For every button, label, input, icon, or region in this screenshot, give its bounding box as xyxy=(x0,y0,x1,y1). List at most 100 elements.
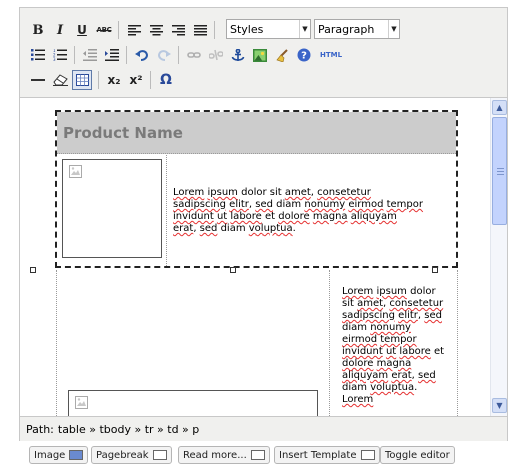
undo-button[interactable] xyxy=(132,45,152,65)
indent-button[interactable] xyxy=(102,45,122,65)
wysiwyg-editor: B I U ABC Styles ▼ Paragraph ▼ 1 2 3 ? H… xyxy=(19,7,508,441)
insert-template-button[interactable]: Insert Template xyxy=(274,446,380,464)
image-icon xyxy=(69,450,84,460)
svg-text:3: 3 xyxy=(53,57,56,61)
read-more-button[interactable]: Read more... xyxy=(178,446,270,464)
help-button[interactable]: ? xyxy=(294,45,314,65)
image-placeholder[interactable] xyxy=(68,390,318,416)
align-right-button[interactable] xyxy=(168,20,188,40)
svg-text:?: ? xyxy=(301,51,307,62)
first-paragraph: Lorem ipsum dolor sit amet, consetetur s… xyxy=(173,187,423,234)
misspelled-word: sed xyxy=(424,310,442,321)
strikethrough-button[interactable]: ABC xyxy=(94,20,114,40)
superscript-button[interactable]: x² xyxy=(126,70,146,90)
toolbar-divider xyxy=(98,71,99,89)
misspelled-word: dolore xyxy=(278,211,310,222)
broom-icon xyxy=(276,48,288,62)
misspelled-word: eirmod xyxy=(348,199,384,210)
insert-image-button[interactable] xyxy=(250,45,270,65)
misspelled-word: sadipscing xyxy=(342,310,395,321)
outdent-button[interactable] xyxy=(80,45,100,65)
numbered-list-button[interactable]: 123 xyxy=(50,45,70,65)
numbered-list-icon: 123 xyxy=(53,49,67,61)
horizontal-rule-button[interactable] xyxy=(28,70,48,90)
image-cell[interactable] xyxy=(57,155,167,266)
toolbar-divider xyxy=(150,71,151,89)
italic-button[interactable]: I xyxy=(50,20,70,40)
toggle-editor-button[interactable]: Toggle editor xyxy=(380,446,455,464)
indent-icon xyxy=(105,49,119,61)
read-more-icon xyxy=(250,450,265,460)
path-value[interactable]: table » tbody » tr » td » p xyxy=(58,423,199,436)
read-more-button-label: Read more... xyxy=(183,449,247,461)
vertical-scrollbar[interactable]: ▲ ▼ xyxy=(490,98,507,416)
resize-handle[interactable] xyxy=(30,267,36,273)
misspelled-word: consetetur xyxy=(317,187,371,198)
help-icon: ? xyxy=(297,48,311,62)
toolbar-divider xyxy=(74,46,75,64)
format-select[interactable]: Paragraph ▼ xyxy=(314,19,400,39)
html-source-button[interactable]: HTML xyxy=(316,45,346,65)
path-label: Path: xyxy=(26,422,54,436)
side-description[interactable]: Lorem ipsum dolor sit amet, consetetur s… xyxy=(342,286,447,406)
scroll-up-button[interactable]: ▲ xyxy=(492,100,507,115)
cleanup-button[interactable] xyxy=(272,45,292,65)
misspelled-word: sed xyxy=(418,370,436,381)
misspelled-word: dolore xyxy=(342,358,374,369)
styles-select-value: Styles xyxy=(230,22,264,36)
misspelled-word: labore xyxy=(399,346,431,357)
misspelled-word: aliquyam xyxy=(350,211,397,222)
underline-button[interactable]: U xyxy=(72,20,92,40)
misspelled-word: nonumy xyxy=(304,199,346,210)
bullet-list-button[interactable] xyxy=(28,45,48,65)
misspelled-word: ut xyxy=(216,211,228,222)
remove-format-button[interactable] xyxy=(50,70,70,90)
pagebreak-icon xyxy=(152,450,167,460)
text-run: et xyxy=(261,211,279,222)
misspelled-word: consetetur xyxy=(389,298,444,309)
format-select-value: Paragraph xyxy=(318,22,375,36)
text-run: diam xyxy=(217,223,249,234)
anchor-button[interactable] xyxy=(228,45,248,65)
second-table[interactable]: Lorem ipsum dolor sit amet, consetetur s… xyxy=(56,270,458,416)
styles-select[interactable]: Styles ▼ xyxy=(226,19,311,39)
text-run: diam xyxy=(273,199,305,210)
insert-link-button[interactable] xyxy=(184,45,204,65)
image-button[interactable]: Image xyxy=(29,446,89,464)
product-table[interactable]: Product Name Lorem ipsum dolor sit amet,… xyxy=(55,110,458,268)
chevron-down-icon: ▼ xyxy=(388,20,399,38)
scroll-down-button[interactable]: ▼ xyxy=(492,398,507,413)
justify-button[interactable] xyxy=(190,20,210,40)
redo-button[interactable] xyxy=(154,45,174,65)
product-description[interactable]: Lorem ipsum dolor sit amet, consetetur s… xyxy=(173,187,423,235)
text-run: dolor sit xyxy=(237,187,285,198)
misspelled-word: invidunt xyxy=(173,211,214,222)
text-run: et xyxy=(430,346,445,357)
misspelled-word: erat xyxy=(173,223,194,234)
misspelled-word: Lorem xyxy=(342,286,374,297)
unlink-button[interactable] xyxy=(206,45,226,65)
template-icon xyxy=(360,450,375,460)
align-center-icon xyxy=(149,24,163,35)
second-paragraph: Lorem ipsum dolor sit amet, consetetur s… xyxy=(342,286,444,405)
product-name-cell[interactable]: Product Name xyxy=(57,112,456,154)
table-grid-icon xyxy=(75,74,89,86)
chevron-down-icon: ▼ xyxy=(496,401,503,410)
scroll-thumb[interactable] xyxy=(492,117,507,225)
special-character-button[interactable]: Ω xyxy=(156,70,176,90)
editor-content-area[interactable]: Product Name Lorem ipsum dolor sit amet,… xyxy=(20,97,507,417)
bullet-list-icon xyxy=(31,49,45,61)
grip-line xyxy=(497,171,504,172)
misspelled-word: sed xyxy=(255,199,273,210)
bold-button[interactable]: B xyxy=(28,20,48,40)
chevron-up-icon: ▲ xyxy=(496,103,503,112)
align-center-button[interactable] xyxy=(146,20,166,40)
subscript-button[interactable]: x₂ xyxy=(104,70,124,90)
visual-aid-button[interactable] xyxy=(72,70,92,90)
align-left-button[interactable] xyxy=(124,20,144,40)
misspelled-word: aliquyam xyxy=(342,370,389,381)
undo-icon xyxy=(135,50,149,61)
horizontal-rule-icon xyxy=(31,79,45,81)
image-placeholder[interactable] xyxy=(62,159,162,258)
pagebreak-button[interactable]: Pagebreak xyxy=(91,446,172,464)
